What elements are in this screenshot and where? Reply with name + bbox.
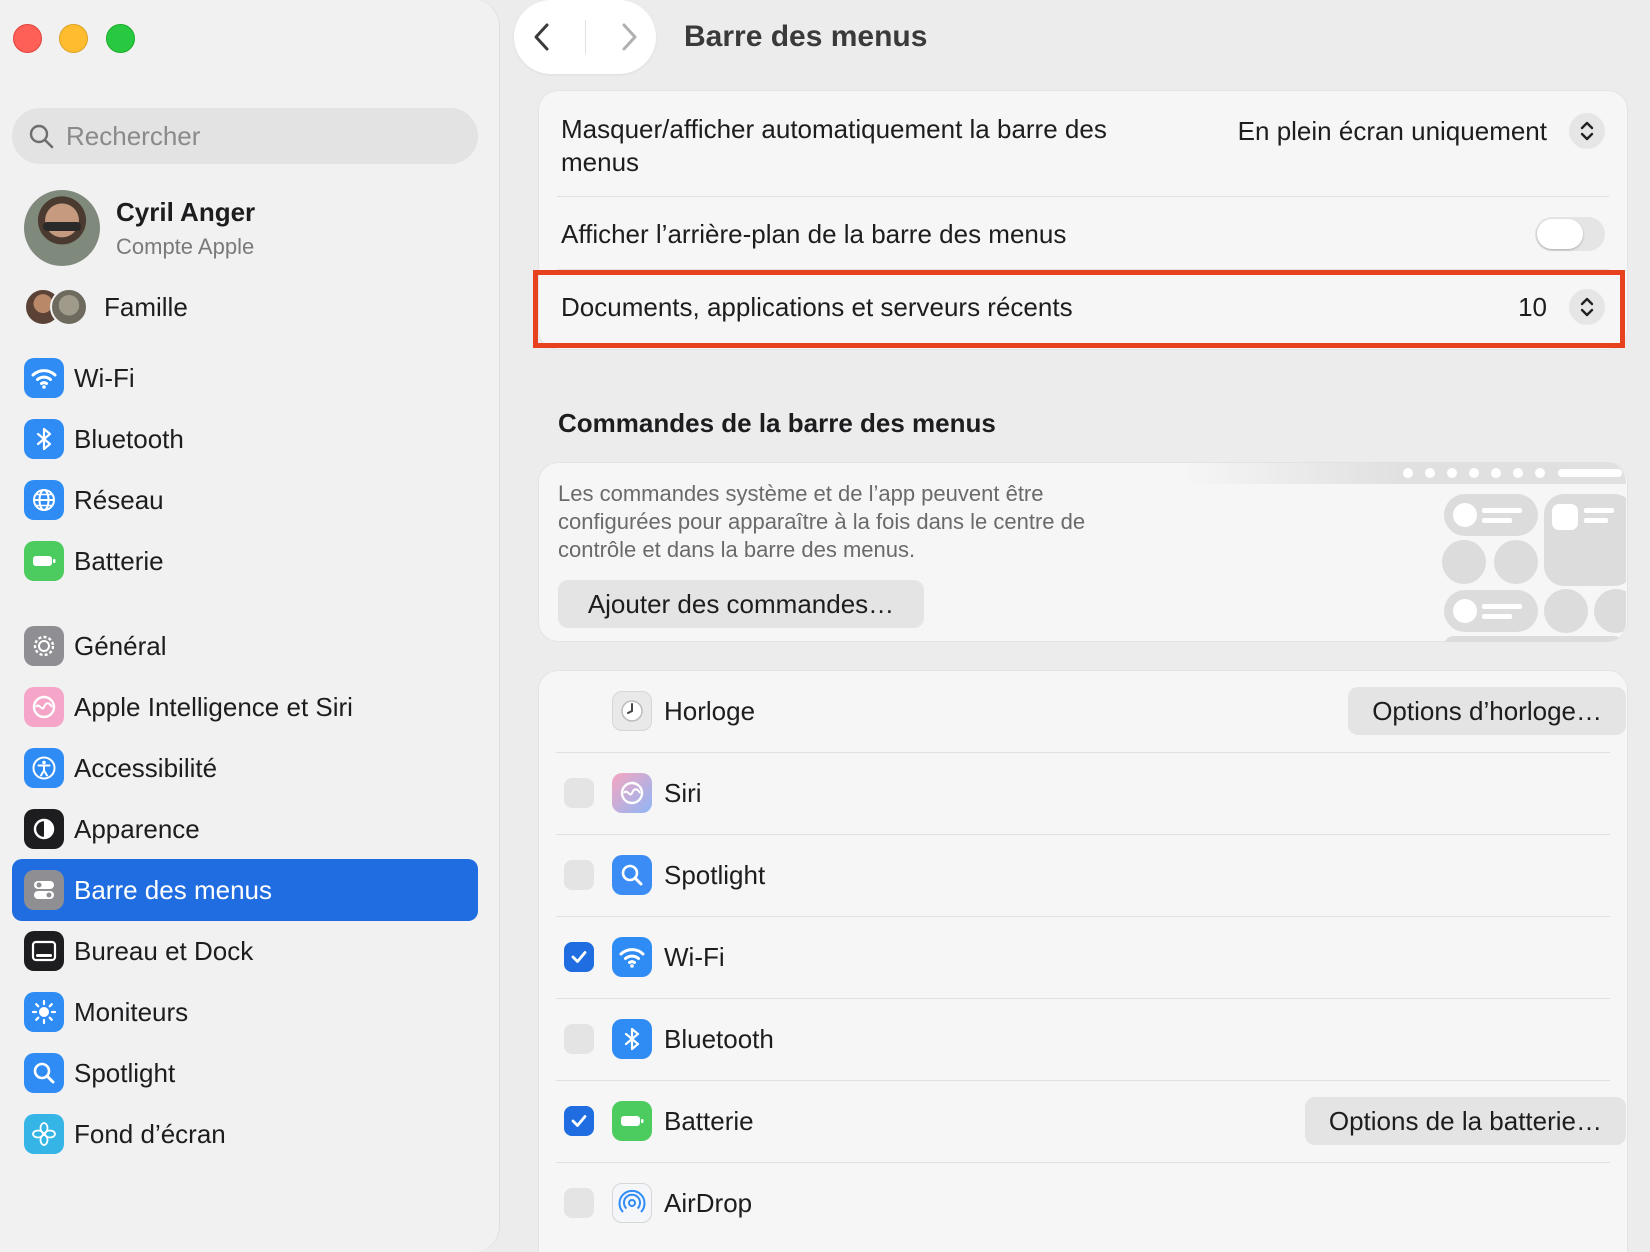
dock-icon (24, 931, 64, 971)
page-title: Barre des menus (684, 20, 928, 53)
clock-options-button[interactable]: Options d’horloge… (1348, 687, 1626, 735)
add-controls-button[interactable]: Ajouter des commandes… (558, 580, 924, 628)
appearance-icon (24, 809, 64, 849)
sidebar-item-battery[interactable]: Batterie (12, 530, 478, 592)
accessibility-icon (24, 748, 64, 788)
background-label: Afficher l’arrière-plan de la barre des … (561, 218, 1067, 249)
avatar (24, 190, 100, 266)
back-chevron-icon[interactable] (530, 21, 554, 53)
row-divider (556, 752, 1610, 753)
background-toggle[interactable] (1535, 217, 1605, 251)
row-divider (556, 834, 1610, 835)
close-window-button[interactable] (13, 24, 42, 53)
sidebar-item-bluetooth[interactable]: Bluetooth (12, 408, 478, 470)
sidebar-item-label: Apple Intelligence et Siri (74, 691, 353, 722)
search-placeholder: Rechercher (66, 120, 201, 151)
siri-icon (612, 773, 652, 813)
menubar-icon (24, 870, 64, 910)
checkbox-battery[interactable] (564, 1106, 594, 1136)
control-center-illustration (1180, 462, 1626, 642)
control-label: Wi-Fi (664, 942, 725, 972)
checkbox-siri[interactable] (564, 778, 594, 808)
navigation-buttons (514, 0, 656, 74)
row-divider (556, 1080, 1610, 1081)
battery-options-button[interactable]: Options de la batterie… (1304, 1097, 1626, 1145)
forward-chevron-icon[interactable] (617, 21, 641, 53)
sidebar-item-label: Bluetooth (74, 423, 184, 454)
autohide-label: Masquer/afficher automatiquement la barr… (561, 114, 1107, 177)
search-icon (28, 123, 54, 149)
bluetooth-icon (612, 1019, 652, 1059)
controls-description: Les commandes système et de l’app peuven… (558, 481, 1086, 562)
sidebar-item-label: Fond d’écran (74, 1118, 226, 1149)
checkbox-spotlight[interactable] (564, 860, 594, 890)
sidebar-item-spotlight[interactable]: Spotlight (12, 1042, 478, 1104)
control-label: Spotlight (664, 860, 766, 890)
minimize-window-button[interactable] (59, 24, 88, 53)
sidebar-item-label: Accessibilité (74, 752, 218, 783)
row-divider (556, 1162, 1610, 1163)
control-label: Bluetooth (664, 1024, 774, 1054)
control-label: Horloge (664, 696, 756, 726)
settings-window: Rechercher Cyril Anger Compte Apple Fami… (0, 0, 1650, 1252)
control-label: Batterie (664, 1106, 754, 1136)
profile-subtitle: Compte Apple (116, 233, 255, 259)
checkbox-bluetooth[interactable] (564, 1024, 594, 1054)
checkmark-icon (571, 951, 587, 963)
apple-account-profile[interactable]: Cyril Anger Compte Apple (24, 190, 255, 266)
sidebar-item-display[interactable]: Moniteurs (12, 981, 478, 1043)
autohide-value: En plein écran uniquement (1237, 115, 1547, 146)
controls-section-title: Commandes de la barre des menus (558, 408, 996, 438)
sidebar-item-menubar[interactable]: Barre des menus (12, 859, 478, 921)
bluetooth-icon (24, 419, 64, 459)
gear-icon (24, 626, 64, 666)
sidebar-item-dock[interactable]: Bureau et Dock (12, 920, 478, 982)
highlight-box (533, 270, 1625, 348)
checkmark-icon (571, 1115, 587, 1127)
sidebar-item-label: Réseau (74, 484, 164, 515)
spotlight-icon (612, 855, 652, 895)
family-avatar (50, 288, 88, 326)
wifi-icon (612, 937, 652, 977)
updown-chevron-icon (1569, 113, 1605, 149)
siri-icon (24, 687, 64, 727)
spotlight-icon (24, 1053, 64, 1093)
sidebar-item-label: Batterie (74, 545, 164, 576)
sidebar-item-label: Bureau et Dock (74, 935, 254, 966)
clock-icon (612, 691, 652, 731)
sidebar-item-gear[interactable]: Général (12, 615, 478, 677)
sidebar-item-wallpaper[interactable]: Fond d’écran (12, 1103, 478, 1165)
display-icon (24, 992, 64, 1032)
sidebar-item-label: Barre des menus (74, 874, 272, 905)
battery-icon (612, 1101, 652, 1141)
sidebar-item-label: Spotlight (74, 1057, 176, 1088)
sidebar-item-accessibility[interactable]: Accessibilité (12, 737, 478, 799)
sidebar: Rechercher Cyril Anger Compte Apple Fami… (0, 0, 500, 1252)
row-divider (556, 998, 1610, 999)
row-divider (556, 916, 1610, 917)
battery-icon (24, 541, 64, 581)
profile-name: Cyril Anger (116, 196, 256, 227)
sidebar-item-label: Wi-Fi (74, 362, 135, 393)
sidebar-item-appearance[interactable]: Apparence (12, 798, 478, 860)
sidebar-item-label: Général (74, 630, 167, 661)
checkbox-airdrop[interactable] (564, 1188, 594, 1218)
family-label: Famille (104, 291, 188, 322)
wallpaper-icon (24, 1114, 64, 1154)
sidebar-item-wifi[interactable]: Wi-Fi (12, 347, 478, 409)
checkbox-wifi[interactable] (564, 942, 594, 972)
autohide-select[interactable]: En plein écran uniquement (1238, 113, 1605, 149)
search-field[interactable]: Rechercher (12, 108, 478, 164)
wifi-icon (24, 358, 64, 398)
sidebar-item-label: Apparence (74, 813, 200, 844)
control-label: Siri (664, 778, 702, 808)
sidebar-item-siri[interactable]: Apple Intelligence et Siri (12, 676, 478, 738)
airdrop-icon (612, 1183, 652, 1223)
zoom-window-button[interactable] (106, 24, 135, 53)
control-label: AirDrop (664, 1188, 753, 1218)
sidebar-item-label: Moniteurs (74, 996, 189, 1027)
sidebar-item-globe[interactable]: Réseau (12, 469, 478, 531)
globe-icon (24, 480, 64, 520)
family-item[interactable]: Famille (24, 288, 188, 326)
